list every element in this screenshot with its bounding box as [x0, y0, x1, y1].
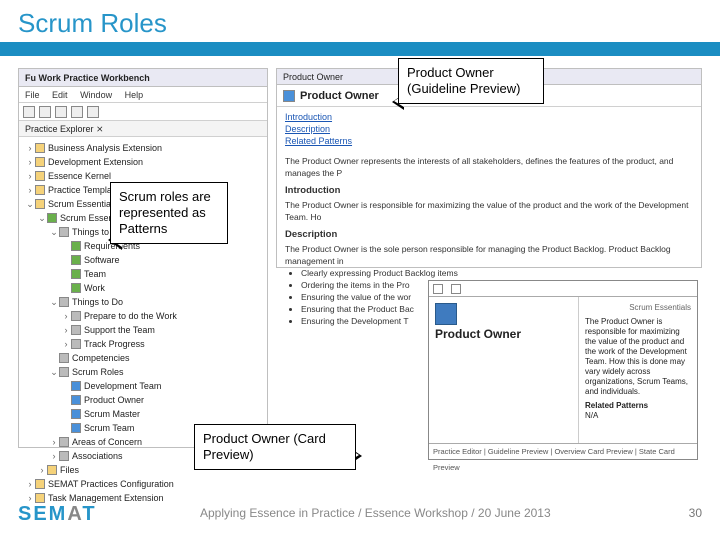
group-icon — [59, 437, 69, 447]
practice-explorer-window: Fu Work Practice Workbench File Edit Win… — [18, 68, 268, 448]
card-front: Product Owner — [429, 297, 579, 443]
pattern-icon — [71, 423, 81, 433]
tree-item[interactable]: ›Support the Team — [25, 323, 263, 337]
folder-icon — [35, 185, 45, 195]
nav-fwd-icon[interactable] — [451, 284, 461, 294]
tree-item[interactable]: Work — [25, 281, 263, 295]
link-introduction[interactable]: Introduction — [285, 111, 693, 123]
activity-icon — [71, 311, 81, 321]
card-related-heading: Related Patterns — [585, 401, 691, 411]
toolbar-icon[interactable] — [39, 106, 51, 118]
group-icon — [59, 227, 69, 237]
card-related-value: N/A — [585, 411, 691, 421]
section-heading: Introduction — [285, 185, 693, 197]
alpha-icon — [71, 255, 81, 265]
toolbar — [19, 103, 267, 121]
guideline-summary: The Product Owner represents the interes… — [285, 155, 693, 179]
toolbar-icon[interactable] — [87, 106, 99, 118]
tree-item-scrum-roles[interactable]: ⌄Scrum Roles — [25, 365, 263, 379]
link-description[interactable]: Description — [285, 123, 693, 135]
tree-item[interactable]: ›Business Analysis Extension — [25, 141, 263, 155]
folder-icon — [35, 199, 45, 209]
card-preview-panel: Product Owner Scrum Essentials The Produ… — [428, 280, 698, 460]
tree-item[interactable]: Software — [25, 253, 263, 267]
folder-icon — [35, 157, 45, 167]
screenshot-region: Fu Work Practice Workbench File Edit Win… — [18, 68, 702, 448]
callout-scrum-roles: Scrum roles are represented as Patterns — [110, 182, 228, 244]
folder-icon — [35, 171, 45, 181]
folder-icon — [35, 493, 45, 503]
tree-item[interactable]: ›SEMAT Practices Configuration — [25, 477, 263, 491]
activity-icon — [71, 325, 81, 335]
link-related-patterns[interactable]: Related Patterns — [285, 135, 693, 147]
menubar[interactable]: File Edit Window Help — [19, 87, 267, 103]
tree-item[interactable]: Team — [25, 267, 263, 281]
tree-item[interactable]: ›Track Progress — [25, 337, 263, 351]
bullet: Clearly expressing Product Backlog items — [301, 267, 693, 279]
practice-icon — [47, 213, 57, 223]
card-body-text: The Product Owner is responsible for max… — [585, 317, 691, 397]
toolbar-icon[interactable] — [55, 106, 67, 118]
card-view-tabs[interactable]: Practice Editor | Guideline Preview | Ov… — [429, 443, 697, 459]
callout-guideline-preview: Product Owner (Guideline Preview) — [398, 58, 544, 104]
alpha-icon — [71, 269, 81, 279]
guideline-title: Product Owner — [300, 90, 379, 102]
toolbar-icon[interactable] — [71, 106, 83, 118]
tree-item[interactable]: Development Team — [25, 379, 263, 393]
folder-icon — [35, 479, 45, 489]
explorer-tab[interactable]: Practice Explorer ⨯ — [19, 121, 267, 137]
folder-icon — [47, 465, 57, 475]
guideline-links: Introduction Description Related Pattern… — [277, 107, 701, 151]
activity-icon — [71, 339, 81, 349]
tree-item-product-owner[interactable]: Product Owner — [25, 393, 263, 407]
section-heading: Description — [285, 229, 693, 241]
page-number: 30 — [689, 506, 702, 520]
guideline-text: The Product Owner is responsible for max… — [285, 199, 693, 223]
alpha-icon — [71, 241, 81, 251]
slide-title: Scrum Roles — [18, 8, 167, 39]
menu-file[interactable]: File — [25, 90, 40, 100]
callout-card-preview: Product Owner (Card Preview) — [194, 424, 356, 470]
tree-item[interactable]: ⌄Things to Do — [25, 295, 263, 309]
menu-window[interactable]: Window — [80, 90, 112, 100]
title-underline — [0, 42, 720, 56]
group-icon — [59, 367, 69, 377]
tree-item[interactable]: ›Development Extension — [25, 155, 263, 169]
guideline-text: The Product Owner is the sole person res… — [285, 243, 693, 267]
group-icon — [59, 451, 69, 461]
menu-edit[interactable]: Edit — [52, 90, 68, 100]
footer-text: Applying Essence in Practice / Essence W… — [200, 506, 551, 520]
tree-item[interactable]: Competencies — [25, 351, 263, 365]
alpha-icon — [71, 283, 81, 293]
pattern-icon — [71, 381, 81, 391]
tree-item[interactable]: Scrum Master — [25, 407, 263, 421]
window-title: Fu Work Practice Workbench — [19, 69, 267, 87]
card-title: Product Owner — [435, 329, 572, 340]
nav-back-icon[interactable] — [433, 284, 443, 294]
card-details: Scrum Essentials The Product Owner is re… — [579, 297, 697, 443]
pattern-icon — [71, 409, 81, 419]
card-practice-label: Scrum Essentials — [585, 303, 691, 313]
pattern-icon — [71, 395, 81, 405]
tree-item[interactable]: ›Prepare to do the Work — [25, 309, 263, 323]
tree-item[interactable]: ›Essence Kernel — [25, 169, 263, 183]
folder-icon — [35, 143, 45, 153]
group-icon — [59, 353, 69, 363]
menu-help[interactable]: Help — [125, 90, 144, 100]
pattern-icon — [283, 90, 295, 102]
pattern-icon — [435, 303, 457, 325]
card-toolbar — [429, 281, 697, 297]
toolbar-icon[interactable] — [23, 106, 35, 118]
group-icon — [59, 297, 69, 307]
semat-logo: SEMAT — [18, 503, 97, 526]
